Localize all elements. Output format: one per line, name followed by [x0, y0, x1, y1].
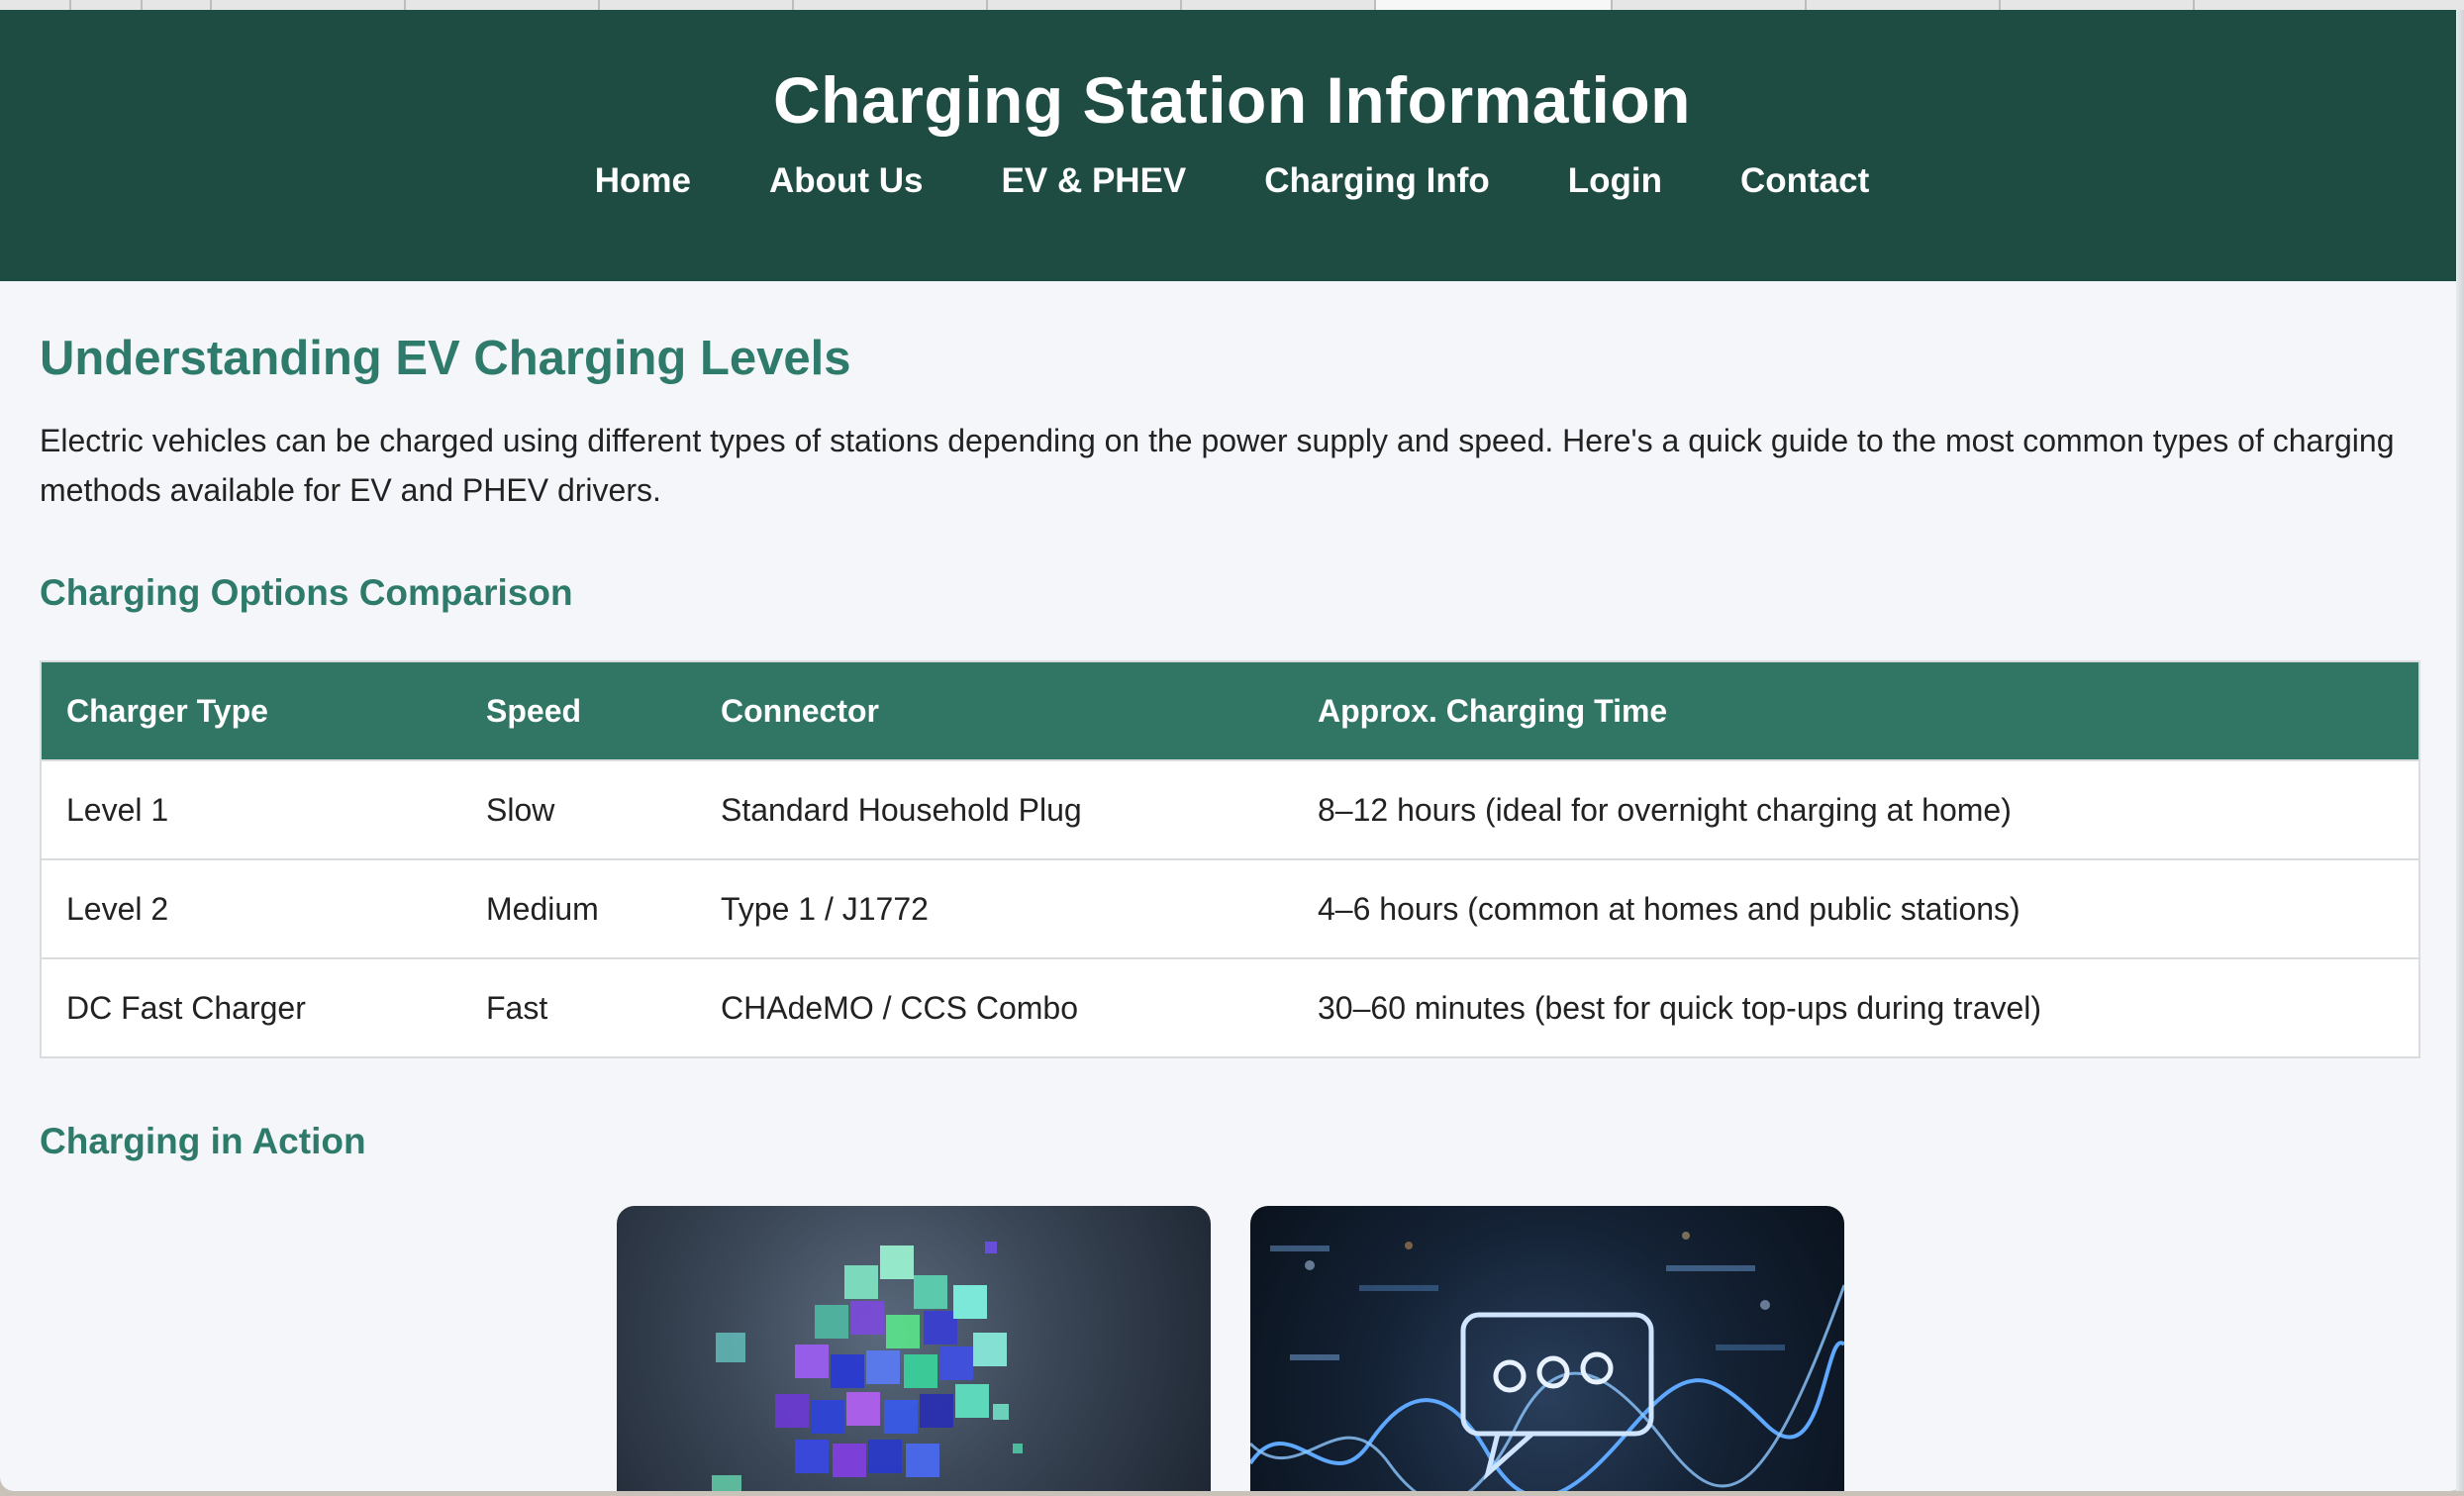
page-title: Understanding EV Charging Levels [40, 332, 851, 385]
nav-charging-info[interactable]: Charging Info [1264, 161, 1489, 201]
cell-charger-type: DC Fast Charger [41, 957, 461, 1057]
browser-tab[interactable] [212, 0, 406, 10]
cell-charging-time: 8–12 hours (ideal for overnight charging… [1293, 759, 2419, 859]
chat-circuit-illustration [1250, 1232, 1844, 1491]
browser-tab[interactable] [1807, 0, 2001, 10]
nav-login[interactable]: Login [1568, 161, 1662, 201]
table-row: Level 2 Medium Type 1 / J1772 4–6 hours … [41, 858, 2419, 958]
browser-tab[interactable] [2001, 0, 2195, 10]
cell-charging-time: 4–6 hours (common at homes and public st… [1293, 858, 2419, 958]
page-scroll-edge [2456, 10, 2464, 1491]
column-header-speed: Speed [461, 661, 696, 760]
site-title: Charging Station Information [773, 63, 1691, 137]
table-header-row: Charger Type Speed Connector Approx. Cha… [41, 661, 2419, 760]
cell-charging-time: 30–60 minutes (best for quick top-ups du… [1293, 957, 2419, 1057]
cell-connector: Standard Household Plug [696, 759, 1293, 859]
intro-paragraph: Electric vehicles can be charged using d… [40, 423, 2395, 508]
browser-tab-active[interactable] [1376, 0, 1613, 10]
browser-tab[interactable] [988, 0, 1182, 10]
cell-speed: Fast [461, 957, 696, 1057]
browser-tab[interactable] [1182, 0, 1376, 10]
main-content: Understanding EV Charging Levels Electri… [0, 281, 2464, 1162]
nav-contact[interactable]: Contact [1740, 161, 1869, 201]
nav-ev-phev[interactable]: EV & PHEV [1002, 161, 1187, 201]
web-page: Charging Station Information Home About … [0, 10, 2464, 1491]
comparison-heading: Charging Options Comparison [40, 572, 573, 613]
action-heading: Charging in Action [40, 1121, 366, 1161]
table-row: DC Fast Charger Fast CHAdeMO / CCS Combo… [41, 957, 2419, 1057]
nav-about-us[interactable]: About Us [769, 161, 924, 201]
cell-charger-type: Level 1 [41, 759, 461, 859]
cell-connector: Type 1 / J1772 [696, 858, 1293, 958]
browser-tab[interactable] [1613, 0, 1807, 10]
cell-speed: Medium [461, 858, 696, 958]
column-header-connector: Connector [696, 661, 1293, 760]
browser-tab[interactable] [406, 0, 600, 10]
cell-speed: Slow [461, 759, 696, 859]
gallery-image-chat-circuit [1250, 1206, 1844, 1491]
table-row: Level 1 Slow Standard Household Plug 8–1… [41, 759, 2419, 859]
gallery-image-cubes [617, 1206, 1211, 1491]
charging-comparison-table: Charger Type Speed Connector Approx. Cha… [40, 660, 2420, 1058]
browser-tab[interactable] [143, 0, 212, 10]
browser-tab[interactable] [794, 0, 988, 10]
browser-tab[interactable] [0, 0, 71, 10]
nav-home[interactable]: Home [595, 161, 691, 201]
browser-tab[interactable] [71, 0, 143, 10]
cell-charger-type: Level 2 [41, 858, 461, 958]
browser-tab[interactable] [600, 0, 794, 10]
column-header-charger-type: Charger Type [41, 661, 461, 760]
cubes-illustration [712, 1242, 1023, 1491]
cell-connector: CHAdeMO / CCS Combo [696, 957, 1293, 1057]
column-header-charging-time: Approx. Charging Time [1293, 661, 2419, 760]
main-nav: Home About Us EV & PHEV Charging Info Lo… [0, 161, 2464, 201]
browser-tab-strip [0, 0, 2464, 10]
image-gallery [617, 1206, 1844, 1491]
site-header: Charging Station Information Home About … [0, 10, 2464, 281]
